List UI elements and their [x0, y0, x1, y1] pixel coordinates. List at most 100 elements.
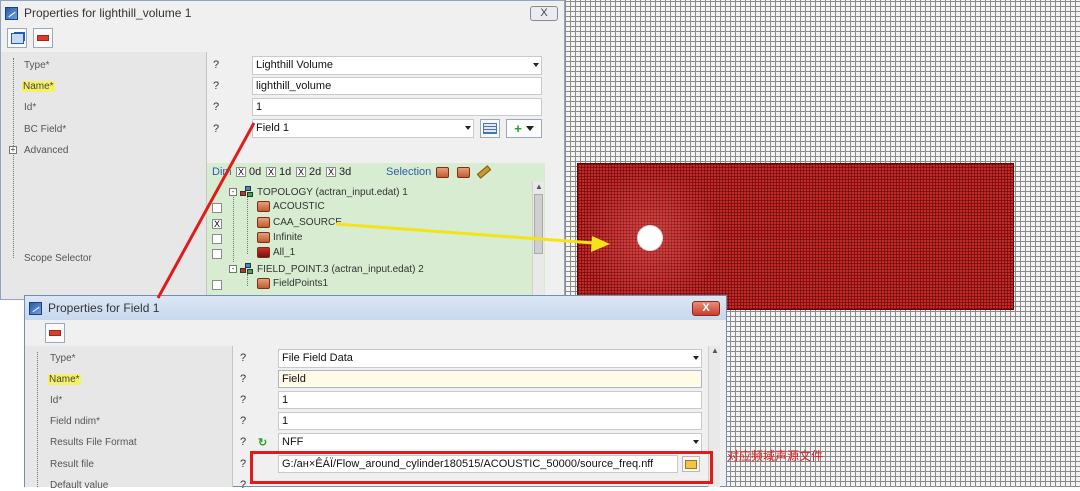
group-icon [257, 232, 270, 243]
help-icon[interactable]: ? [240, 352, 246, 364]
field-label-type: Type* [24, 60, 50, 71]
type-select[interactable]: File Field Data [278, 349, 702, 368]
chevron-down-icon [465, 126, 471, 130]
group-icon [257, 201, 270, 212]
tree-item-topology[interactable]: TOPOLOGY (actran_input.edat) 1 [240, 186, 408, 198]
add-selection-button[interactable] [434, 165, 450, 179]
tree-scrollbar[interactable]: ▲ [532, 182, 544, 299]
dim-0d-label: 0d [249, 166, 262, 178]
refresh-icon[interactable]: ↻ [258, 436, 267, 449]
group-icon [257, 217, 270, 228]
tree-checkbox-all-1[interactable] [212, 249, 222, 259]
tree-expander-topology[interactable]: - [229, 188, 237, 196]
field-label-bc-field: BC Field* [24, 124, 67, 135]
field-label-id: Id* [24, 102, 37, 113]
window-title: Properties for Field 1 [48, 301, 160, 315]
tree-item-fieldpoints1[interactable]: FieldPoints1 [257, 278, 328, 289]
field-label-results-file-format: Results File Format [50, 437, 137, 448]
duplicate-button[interactable] [7, 28, 27, 48]
field-label-name: Name* [22, 81, 55, 92]
result-file-highlight-box [250, 451, 713, 484]
scroll-thumb[interactable] [534, 194, 543, 254]
field-ndim-input[interactable]: 1 [278, 412, 702, 430]
id-input[interactable]: 1 [252, 98, 542, 116]
tree-line [233, 192, 234, 262]
tree-item-caa-source[interactable]: CAA_SOURCE [257, 217, 342, 228]
duplicate-icon [10, 32, 24, 44]
tree-checkbox-fieldpoints1[interactable] [212, 280, 222, 290]
tree-item-all-1[interactable]: All_1 [257, 247, 295, 258]
tree-item-label: FIELD_POINT.3 (actran_input.edat) 2 [257, 263, 424, 275]
dim-2d-checkbox[interactable]: X [296, 167, 306, 177]
minus-icon [37, 35, 49, 41]
chevron-down-icon [533, 63, 539, 67]
advanced-label[interactable]: Advanced [24, 145, 68, 156]
group-icon [257, 247, 270, 258]
tree-item-field-point[interactable]: FIELD_POINT.3 (actran_input.edat) 2 [240, 263, 424, 275]
help-icon[interactable]: ? [240, 394, 246, 406]
tree-line [247, 196, 248, 254]
tree-item-acoustic[interactable]: ACOUSTIC [257, 201, 325, 212]
edit-field-button[interactable] [480, 119, 500, 138]
chevron-down-icon [525, 126, 534, 131]
tree-item-label: TOPOLOGY (actran_input.edat) 1 [257, 186, 408, 198]
dim-0d-checkbox[interactable]: X [236, 167, 246, 177]
cylinder-hole [637, 225, 663, 251]
remove-button[interactable] [45, 323, 65, 343]
group-icon [257, 278, 270, 289]
tree-item-label: Infinite [273, 232, 303, 243]
dim-1d-label: 1d [279, 166, 292, 178]
help-icon[interactable]: ? [240, 436, 246, 448]
dim-label: Dim [212, 166, 232, 178]
help-icon[interactable]: ? [213, 59, 219, 71]
help-icon[interactable]: ? [213, 101, 219, 113]
tree-expander-field-point[interactable]: - [229, 265, 237, 273]
selection-label: Selection [386, 166, 432, 178]
results-file-format-select[interactable]: NFF [278, 433, 702, 452]
window-titlebar[interactable]: Properties for Field 1 X [25, 296, 726, 320]
advanced-expander[interactable]: + [9, 146, 17, 154]
tree-checkbox-acoustic[interactable] [212, 203, 222, 213]
table-icon [483, 123, 497, 134]
help-icon[interactable]: ? [213, 80, 219, 92]
name-input[interactable]: lighthill_volume [252, 77, 542, 95]
column-divider [232, 346, 233, 487]
remove-button[interactable] [33, 28, 53, 48]
window-title: Properties for lighthill_volume 1 [24, 6, 192, 20]
results-file-format-value: NFF [282, 436, 304, 448]
help-icon[interactable]: ? [240, 458, 246, 470]
tree-item-infinite[interactable]: Infinite [257, 232, 302, 243]
clear-selection-button[interactable] [476, 165, 492, 179]
chevron-down-icon [693, 356, 699, 360]
field-label-name: Name* [48, 374, 81, 385]
add-field-button[interactable]: + [506, 119, 542, 138]
close-button[interactable]: X [692, 301, 720, 316]
tree-checkbox-caa-source[interactable]: X [212, 219, 222, 229]
field-label-field-ndim: Field ndim* [50, 416, 101, 427]
close-button[interactable]: X [530, 6, 558, 21]
id-input[interactable]: 1 [278, 391, 702, 409]
tree-item-label: CAA_SOURCE [273, 217, 342, 228]
scroll-up-icon: ▲ [711, 346, 719, 355]
dim-row: Dim [212, 166, 232, 178]
topology-icon [240, 186, 254, 198]
remove-selection-button[interactable] [455, 165, 471, 179]
add-selection-icon [435, 166, 449, 178]
window-titlebar[interactable]: Properties for lighthill_volume 1 X [1, 1, 564, 25]
tree-checkbox-infinite[interactable] [212, 234, 222, 244]
type-select-value: File Field Data [282, 352, 353, 364]
help-icon[interactable]: ? [240, 415, 246, 427]
dim-3d-checkbox[interactable]: X [326, 167, 336, 177]
plus-icon: + [514, 121, 522, 136]
name-input[interactable]: Field [278, 370, 702, 388]
type-select[interactable]: Lighthill Volume [252, 56, 542, 75]
help-icon[interactable]: ? [240, 373, 246, 385]
tree-item-label: ACOUSTIC [273, 201, 325, 212]
bc-field-select[interactable]: Field 1 [252, 119, 474, 138]
label-tree-line [37, 352, 38, 487]
app-logo-icon [29, 301, 42, 315]
help-icon[interactable]: ? [213, 123, 219, 135]
dim-1d-checkbox[interactable]: X [266, 167, 276, 177]
annotation-text: 对应频域声源文件 [727, 449, 824, 463]
help-icon[interactable]: ? [240, 479, 246, 491]
